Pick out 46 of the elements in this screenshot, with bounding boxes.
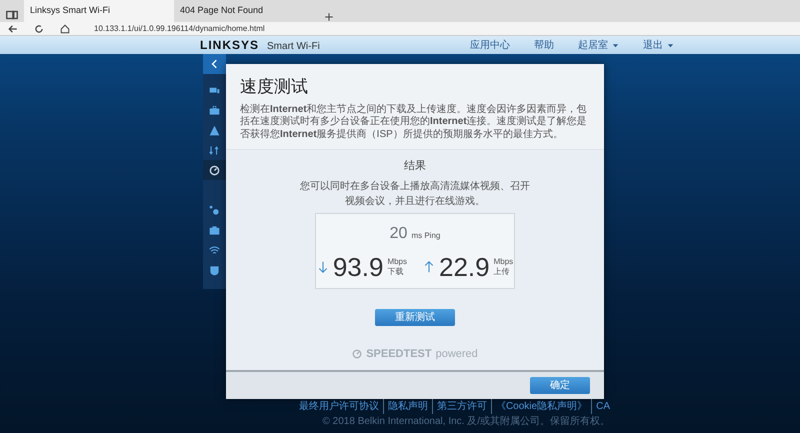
footer-link[interactable]: CA: [591, 399, 610, 414]
up-arrow-icon: [423, 258, 435, 274]
browser-tab[interactable]: 404 Page Not Found: [174, 0, 324, 22]
address-field[interactable]: 10.133.1.1/ui/1.0.99.196114/dynamic/home.html: [94, 22, 265, 34]
refresh-icon: [34, 24, 44, 34]
arrows-icon: [209, 144, 220, 156]
shield-icon: [209, 264, 220, 276]
speedometer-icon: [352, 348, 362, 359]
description-text: 检测在Internet和您主节点之间的下载及上传速度。速度会因许多因素而异，包括在速度测试时有多少台设备正在使用您的Internet连接。速度测试是了解您是否获得您Internet服务提供商（ISP）所提供的预期服务水平的最佳方式。: [240, 104, 588, 141]
brand-suffix: powered: [436, 346, 478, 362]
wireless-icon: [209, 244, 220, 256]
warning-icon: [209, 124, 220, 136]
brand-name: SPEEDTEST: [366, 346, 432, 362]
nav-link[interactable]: 起居室: [578, 38, 608, 52]
footer-link[interactable]: 最终用户许可协议: [298, 399, 379, 414]
speed-value: 93.9: [332, 254, 384, 280]
product-name: Smart Wi-Fi: [267, 40, 320, 54]
sidebar-item[interactable]: [203, 160, 226, 180]
result-heading: 结果: [404, 159, 426, 174]
copyright-text: © 2018 Belkin International, Inc. 及/或其附属公司。保留所有权。: [322, 414, 610, 429]
speed-label: 上传: [494, 266, 511, 276]
ping-value: 20: [390, 224, 408, 244]
footer-link[interactable]: 《Cookie隐私声明》: [490, 399, 588, 414]
browser-tab[interactable]: Linksys Smart Wi-Fi: [24, 0, 174, 22]
retest-button[interactable]: 重新测试: [375, 308, 455, 326]
speed-unit: Mbps: [494, 256, 514, 266]
modal-title: 速度测试: [240, 76, 309, 98]
speed-unit: Mbps: [387, 256, 407, 266]
speed-label: 下载: [387, 266, 404, 276]
briefcase-icon: [209, 104, 220, 116]
nav-link[interactable]: 退出: [642, 38, 663, 52]
footer-link[interactable]: 第三方许可: [432, 399, 487, 414]
back-button[interactable]: [203, 54, 226, 74]
back-icon: [8, 24, 18, 34]
ok-button[interactable]: 确定: [530, 377, 590, 394]
ping-unit: ms Ping: [411, 230, 440, 240]
result-text: 您可以同时在多台设备上播放高清流媒体视频、召开视频会议，并且进行在线游戏。: [300, 180, 530, 208]
speed-value: 22.9: [439, 254, 490, 280]
nav-link[interactable]: 帮助: [534, 38, 554, 52]
home-icon: [60, 24, 70, 34]
chevron-icon: [210, 59, 220, 69]
nav-link[interactable]: 应用中心: [470, 38, 510, 52]
logo-text: LINKSYS: [200, 37, 260, 54]
footer-link[interactable]: 隐私声明: [382, 399, 428, 414]
speedometer-icon: [209, 164, 220, 176]
plus-icon: [324, 12, 334, 22]
